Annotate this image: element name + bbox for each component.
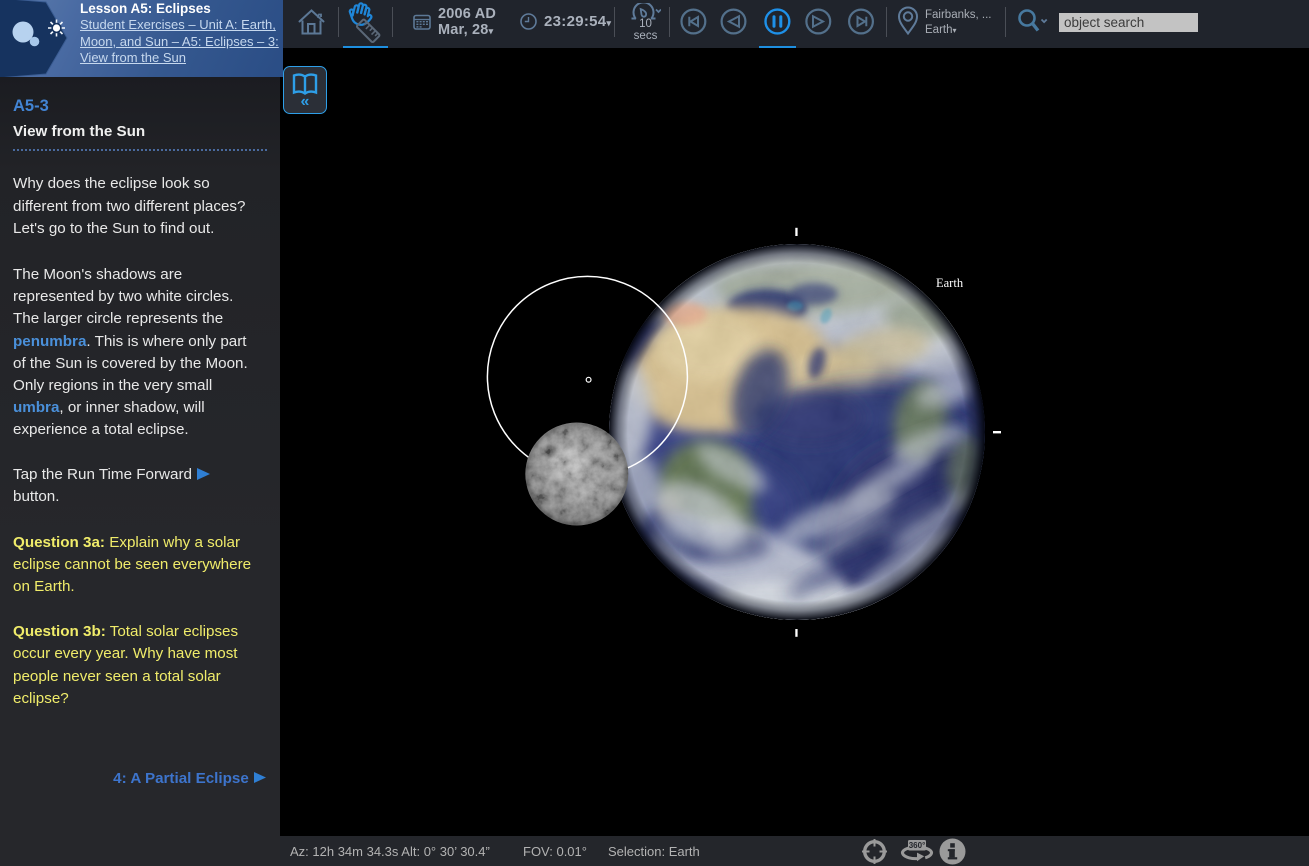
- svg-text:Earth: Earth: [936, 276, 964, 290]
- svg-text:360°: 360°: [909, 841, 926, 850]
